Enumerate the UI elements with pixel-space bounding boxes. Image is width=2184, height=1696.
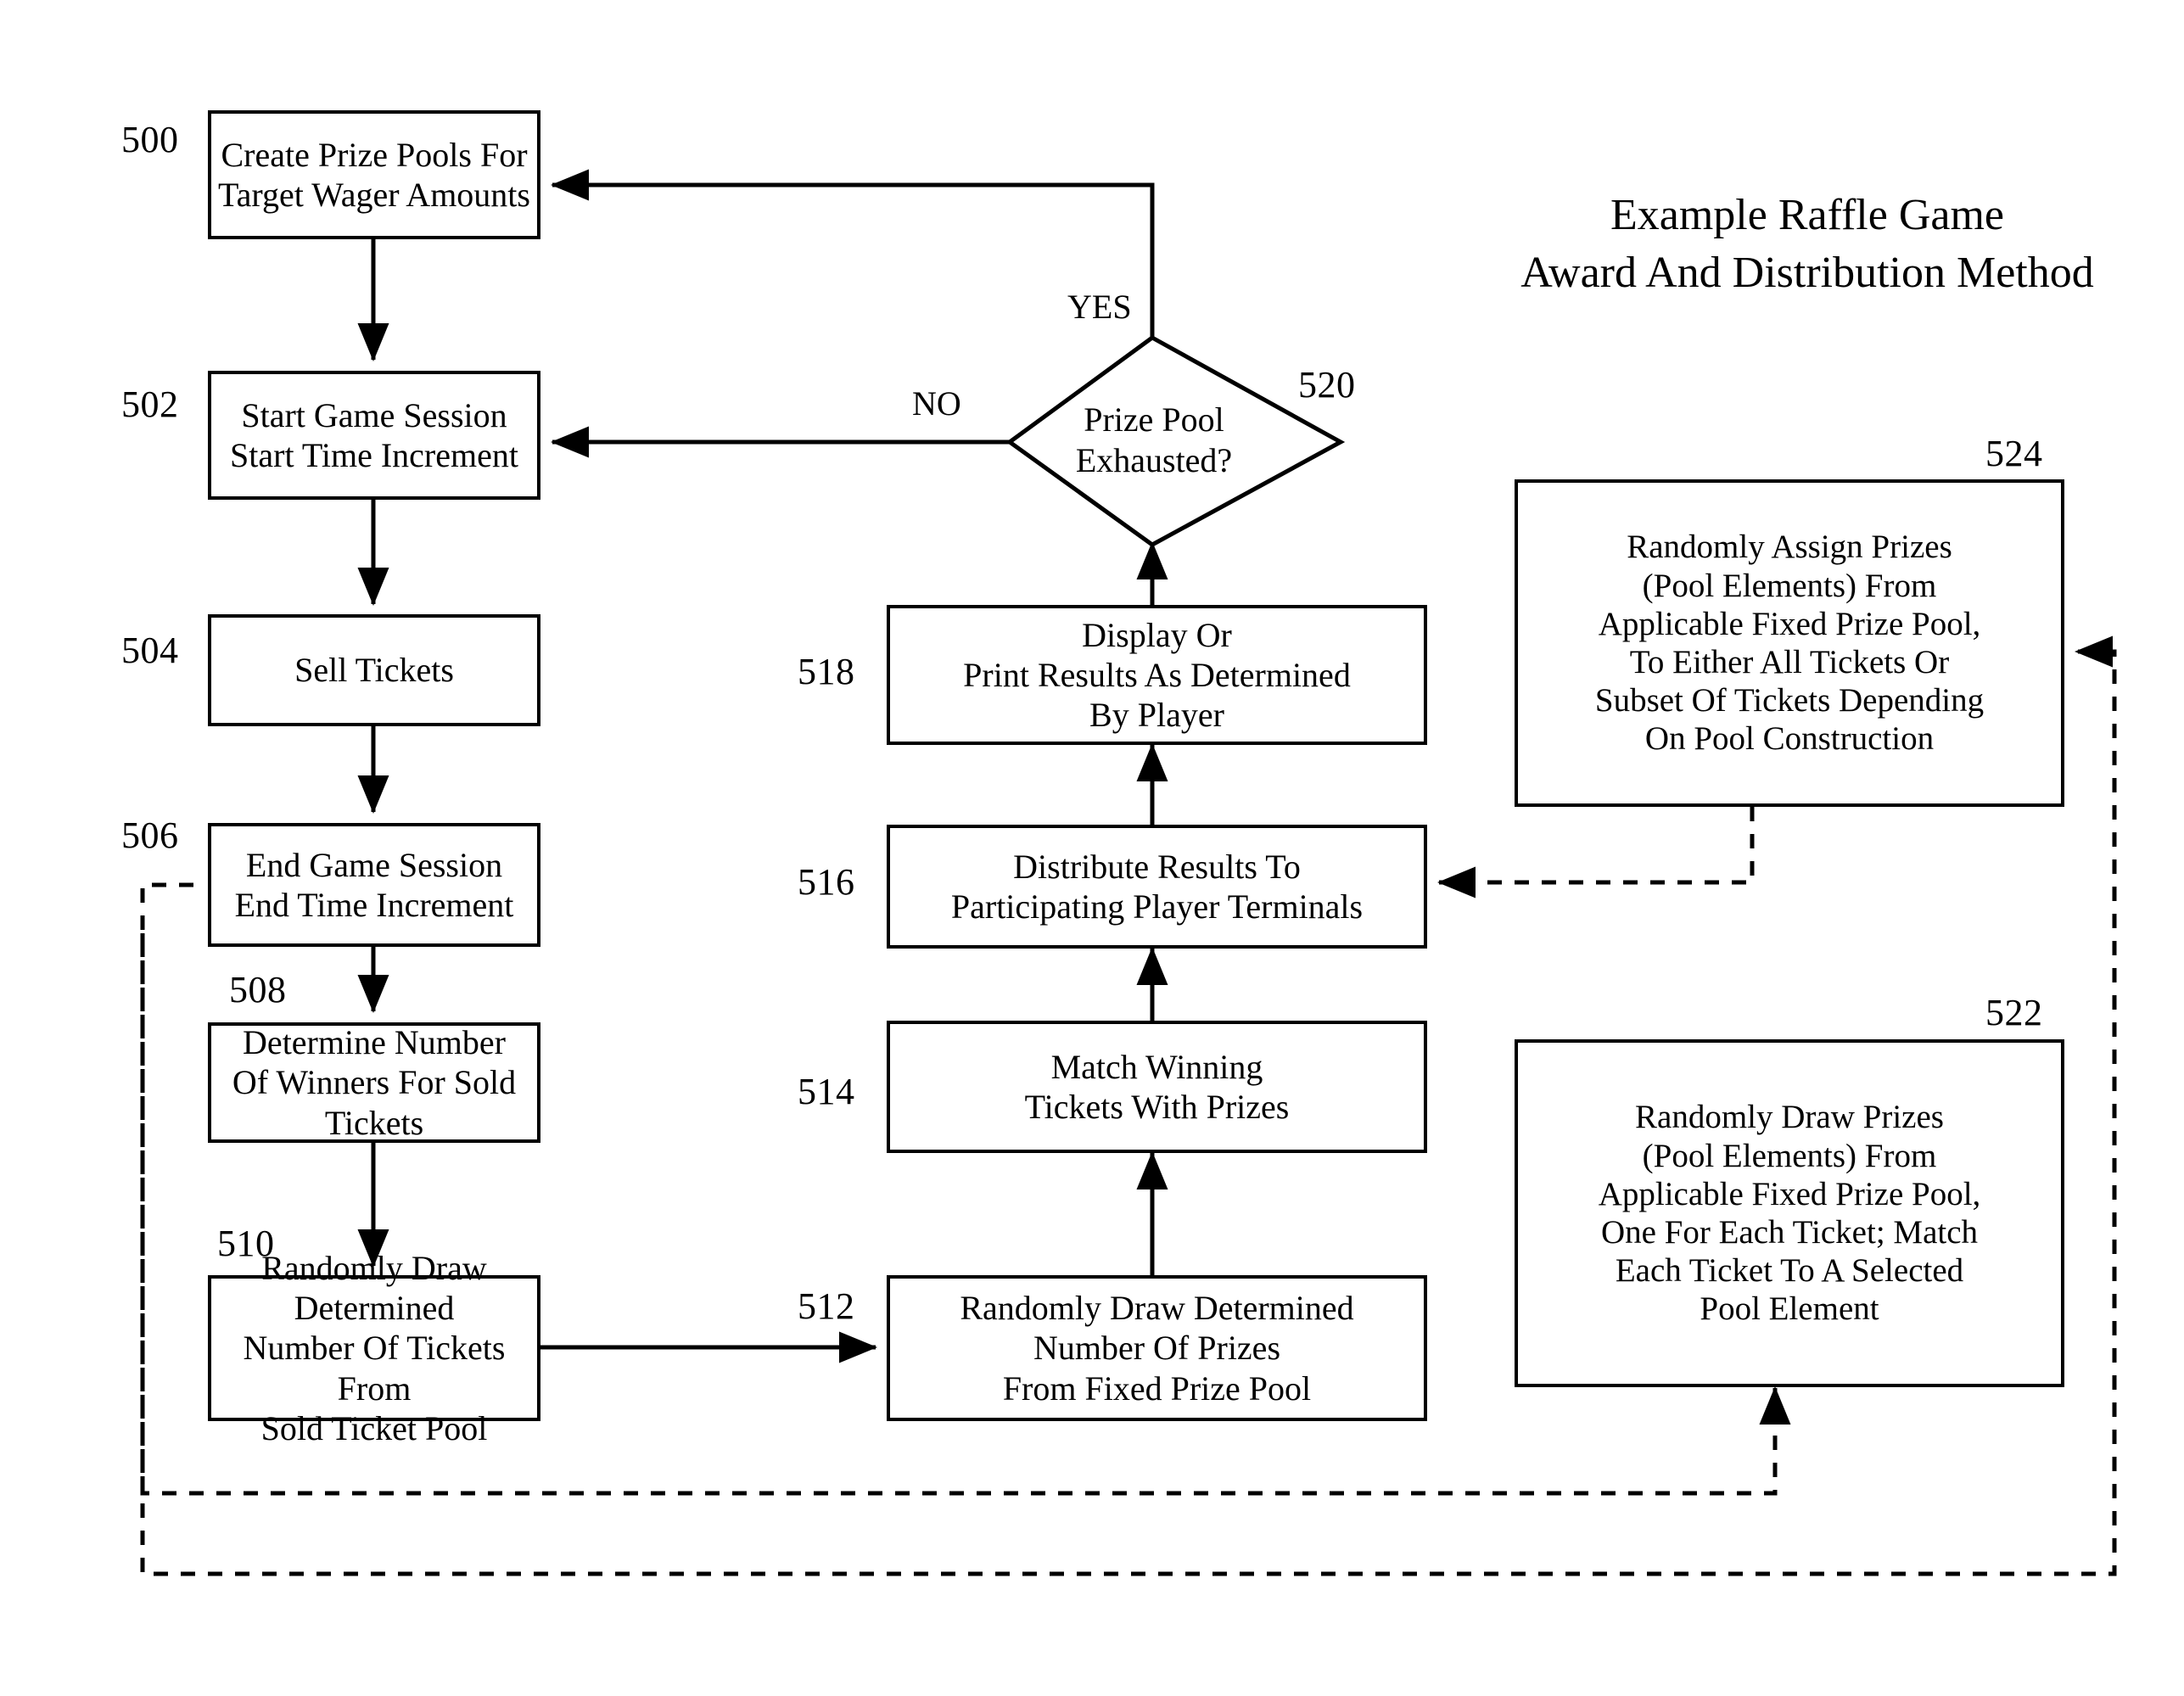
process-node-502-label: Start Game Session Start Time Increment	[230, 395, 518, 474]
process-node-524-label: Randomly Assign Prizes (Pool Elements) F…	[1594, 529, 1985, 758]
process-node-508: Determine Number Of Winners For Sold Tic…	[208, 1022, 540, 1143]
process-node-522: Randomly Draw Prizes (Pool Elements) Fro…	[1515, 1039, 2064, 1387]
ref-label-500: 500	[121, 119, 179, 160]
process-node-512-label: Randomly Draw Determined Number Of Prize…	[960, 1289, 1354, 1408]
process-node-506-label: End Game Session End Time Increment	[234, 845, 514, 924]
process-node-510-label: Randomly Draw Determined Number Of Ticke…	[243, 1249, 506, 1447]
process-node-514-label: Match Winning Tickets With Prizes	[1024, 1047, 1290, 1126]
process-node-502: Start Game Session Start Time Increment	[208, 371, 540, 500]
ref-label-524: 524	[1985, 433, 2043, 474]
process-node-504-label: Sell Tickets	[294, 651, 454, 690]
process-node-512: Randomly Draw Determined Number Of Prize…	[887, 1275, 1427, 1421]
ref-label-506: 506	[121, 814, 179, 856]
process-node-516-label: Distribute Results To Participating Play…	[950, 847, 1364, 926]
ref-label-518: 518	[798, 651, 855, 692]
process-node-518-label: Display Or Print Results As Determined B…	[963, 615, 1351, 735]
process-node-506: End Game Session End Time Increment	[208, 823, 540, 947]
ref-label-514: 514	[798, 1071, 855, 1112]
ref-label-504: 504	[121, 630, 179, 671]
ref-label-512: 512	[798, 1285, 855, 1327]
ref-label-510: 510	[217, 1223, 275, 1264]
process-node-516: Distribute Results To Participating Play…	[887, 825, 1427, 949]
ref-label-522: 522	[1985, 992, 2043, 1033]
edge-label-yes: YES	[1067, 288, 1132, 326]
ref-label-516: 516	[798, 861, 855, 903]
process-node-514: Match Winning Tickets With Prizes	[887, 1021, 1427, 1153]
process-node-500-label: Create Prize Pools For Target Wager Amou…	[218, 135, 530, 214]
process-node-508-label: Determine Number Of Winners For Sold Tic…	[232, 1023, 517, 1142]
process-node-504: Sell Tickets	[208, 614, 540, 726]
flowchart-canvas: Example Raffle Game Award And Distributi…	[0, 0, 2184, 1696]
process-node-524: Randomly Assign Prizes (Pool Elements) F…	[1515, 479, 2064, 807]
ref-label-520: 520	[1298, 364, 1356, 406]
process-node-522-label: Randomly Draw Prizes (Pool Elements) Fro…	[1598, 1099, 1981, 1328]
process-node-518: Display Or Print Results As Determined B…	[887, 605, 1427, 745]
process-node-500: Create Prize Pools For Target Wager Amou…	[208, 110, 540, 239]
decision-node-520-label: Prize Pool Exhausted?	[1075, 400, 1233, 479]
figure-title: Example Raffle Game Award And Distributi…	[1520, 191, 2094, 297]
process-node-510: Randomly Draw Determined Number Of Ticke…	[208, 1249, 540, 1447]
ref-label-502: 502	[121, 383, 179, 425]
ref-label-508: 508	[229, 969, 287, 1010]
edge-label-no: NO	[912, 384, 961, 423]
